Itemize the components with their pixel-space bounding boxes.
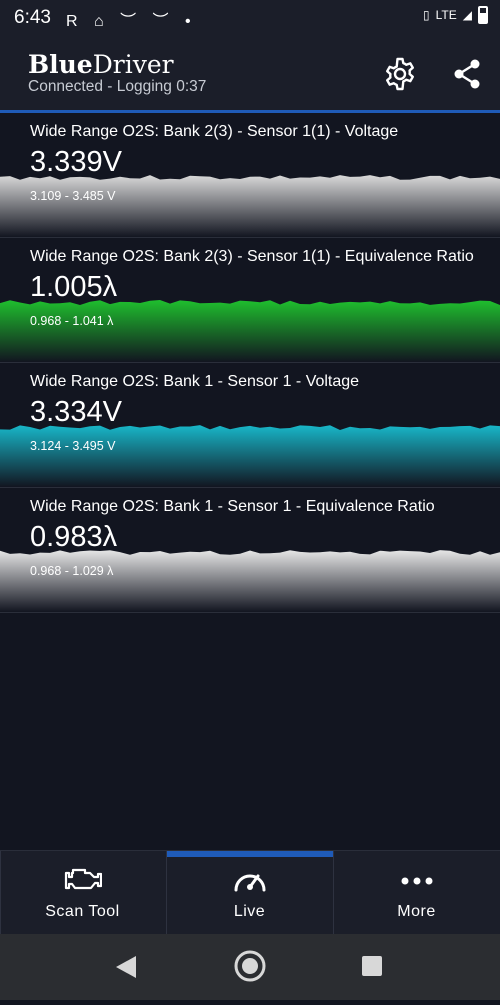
status-right-icons: ▯ LTE ◢ (423, 6, 488, 24)
nav-more[interactable]: More (334, 851, 499, 935)
sensor-row[interactable]: Wide Range O2S: Bank 2(3) - Sensor 1(1) … (0, 238, 500, 363)
signal-icon: ◢ (462, 8, 472, 22)
status-bar: 6:43 R ⌂ ︶ ︶ • ▯ LTE ◢ (0, 0, 500, 36)
recents-icon[interactable] (362, 956, 382, 976)
sensor-title: Wide Range O2S: Bank 2(3) - Sensor 1(1) … (30, 123, 399, 140)
sensor-value: 3.334V (30, 396, 122, 428)
sensor-range: 0.968 - 1.029 λ (30, 564, 114, 578)
sensor-row[interactable]: Wide Range O2S: Bank 2(3) - Sensor 1(1) … (0, 113, 500, 238)
sensor-list[interactable]: Wide Range O2S: Bank 2(3) - Sensor 1(1) … (0, 113, 500, 613)
nav-scan-tool[interactable]: Scan Tool (0, 851, 165, 935)
sensor-graph-band (0, 300, 500, 362)
nav-label: More (397, 903, 436, 920)
nav-label: Scan Tool (45, 903, 120, 920)
sensor-title: Wide Range O2S: Bank 2(3) - Sensor 1(1) … (30, 248, 474, 265)
sensor-value: 0.983λ (30, 521, 118, 553)
sensor-graph (0, 550, 500, 612)
share-icon[interactable] (450, 56, 484, 92)
connection-status: Connected - Logging 0:37 (28, 78, 207, 95)
system-nav-buttons (116, 950, 382, 982)
vibrate-icon: ▯ (423, 8, 430, 22)
sensor-graph-band (0, 425, 500, 487)
sensor-graph (0, 300, 500, 362)
sensor-value: 3.339V (30, 146, 122, 178)
sensor-range: 0.968 - 1.041 λ (30, 314, 114, 328)
sensor-row[interactable]: Wide Range O2S: Bank 1 - Sensor 1 - Equi… (0, 488, 500, 613)
sensor-graph-band (0, 550, 500, 612)
sensor-title: Wide Range O2S: Bank 1 - Sensor 1 - Equi… (30, 498, 435, 515)
network-label: LTE (435, 8, 457, 22)
nav-label: Live (233, 903, 266, 920)
system-navigation-bar (0, 934, 500, 1000)
engine-icon (64, 868, 102, 890)
sensor-graph (0, 175, 500, 237)
bottom-navigation: Scan Tool Live More (0, 850, 500, 935)
sensor-range: 3.109 - 3.485 V (30, 189, 116, 203)
battery-icon (478, 6, 488, 24)
sensor-graph (0, 425, 500, 487)
more-dots-icon (401, 877, 432, 885)
sensor-value: 1.005λ (30, 271, 118, 303)
sensor-range: 3.124 - 3.495 V (30, 439, 116, 453)
app-logo: BlueDriver (28, 50, 174, 79)
nav-live[interactable]: Live (167, 851, 332, 935)
sensor-title: Wide Range O2S: Bank 1 - Sensor 1 - Volt… (30, 373, 360, 390)
notification-icons: R ⌂ ︶ ︶ • (66, 13, 197, 30)
app-bar: BlueDriver Connected - Logging 0:37 (0, 36, 500, 112)
gauge-icon (234, 874, 265, 892)
back-icon[interactable] (116, 956, 136, 978)
settings-gear-icon[interactable] (382, 56, 418, 92)
sensor-row[interactable]: Wide Range O2S: Bank 1 - Sensor 1 - Volt… (0, 363, 500, 488)
sensor-graph-band (0, 175, 500, 237)
status-time: 6:43 (14, 7, 51, 28)
